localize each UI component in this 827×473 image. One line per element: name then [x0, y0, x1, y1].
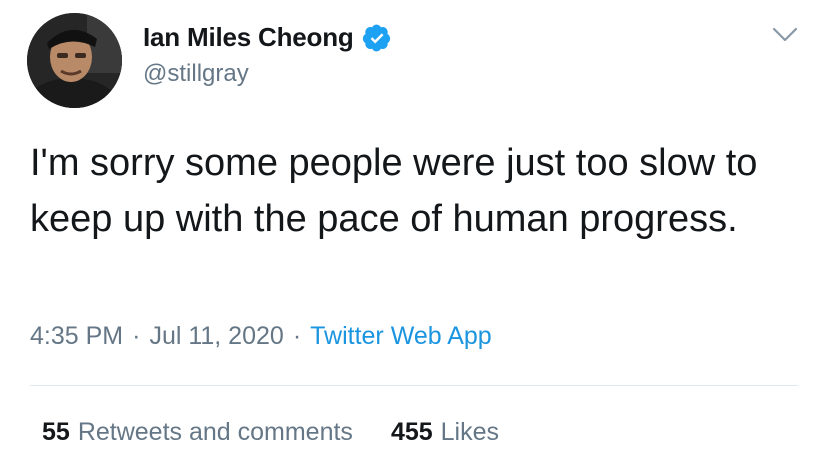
meta-separator: ·	[292, 322, 302, 350]
verified-badge-icon	[362, 24, 390, 51]
likes-label: Likes	[440, 418, 500, 446]
retweets-count: 55	[42, 418, 70, 446]
retweets-stat[interactable]: 55 Retweets and comments	[42, 418, 353, 447]
author-name-row: Ian Miles Cheong	[143, 22, 392, 53]
tweet-stats: 55 Retweets and comments 455 Likes	[42, 418, 499, 447]
tweet-text: I'm sorry some people were just too slow…	[30, 142, 758, 240]
tweet-date[interactable]: Jul 11, 2020	[149, 322, 283, 350]
divider	[30, 385, 798, 386]
avatar[interactable]	[27, 13, 122, 108]
tweet-time[interactable]: 4:35 PM	[30, 322, 123, 350]
tweet-source-link[interactable]: Twitter Web App	[310, 322, 492, 350]
tweet-card: Ian Miles Cheong @stillgray I'm sorry so…	[0, 0, 827, 473]
likes-count: 455	[390, 418, 433, 446]
tweet-meta: 4:35 PM · Jul 11, 2020 · Twitter Web App	[30, 322, 492, 351]
likes-stat[interactable]: 455 Likes	[391, 418, 499, 447]
chevron-down-icon[interactable]	[772, 26, 798, 44]
author-display-name[interactable]: Ian Miles Cheong	[143, 22, 354, 53]
author-handle[interactable]: @stillgray	[143, 60, 249, 88]
meta-separator: ·	[132, 322, 141, 350]
retweets-label: Retweets and comments	[77, 418, 353, 446]
